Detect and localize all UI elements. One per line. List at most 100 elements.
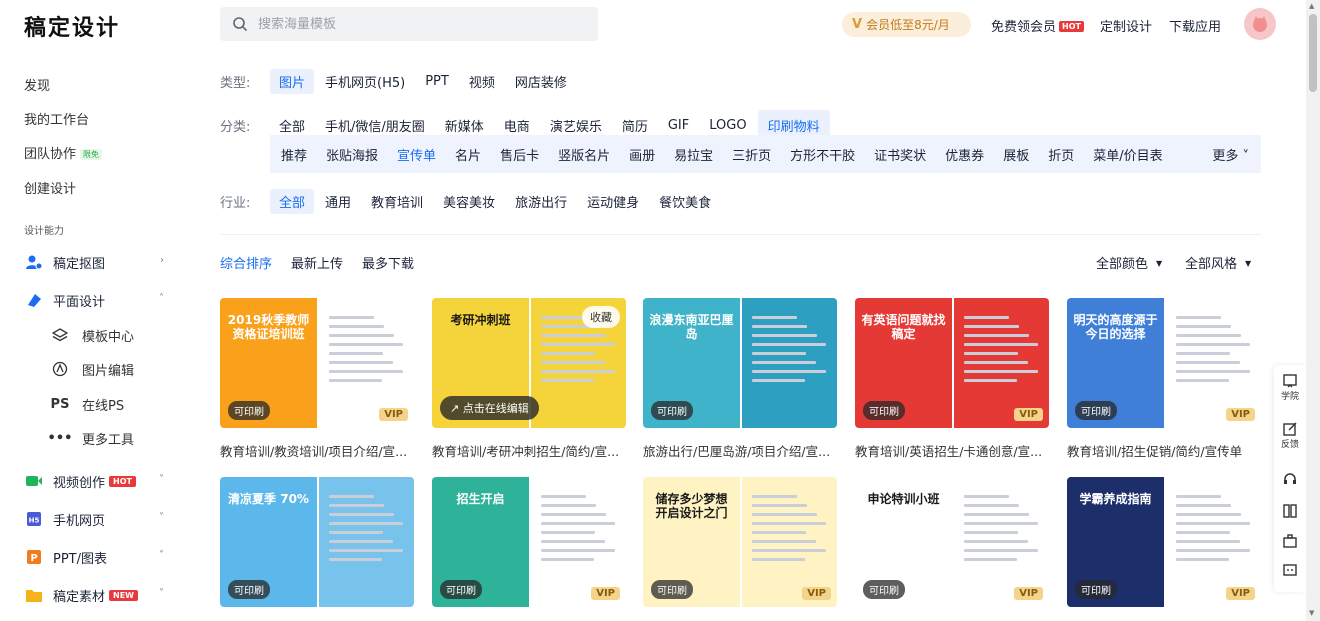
sidebar-sub-more-tools[interactable]: ••• 更多工具 (47, 427, 160, 449)
subcategory-chip[interactable]: 折页 (1039, 142, 1083, 167)
category-chip[interactable]: GIF (659, 115, 698, 136)
template-card[interactable]: 浪漫东南亚巴厘岛 可印刷旅游出行/巴厘岛游/项目介绍/宣... (643, 298, 837, 460)
sidebar-item-create[interactable]: 创建设计 (24, 178, 76, 197)
sidebar-sub-template-center[interactable]: 模板中心 (50, 324, 160, 346)
type-chip[interactable]: PPT (416, 71, 458, 92)
template-thumbnail[interactable]: 申论特训小班 可印刷 VIP (855, 477, 1049, 607)
text-line (752, 495, 797, 498)
scroll-down-icon[interactable]: ▼ (1309, 609, 1314, 617)
template-thumbnail[interactable]: 有英语问题就找稿定 可印刷 VIP (855, 298, 1049, 428)
custom-design-link[interactable]: 定制设计 (1100, 16, 1152, 35)
sidebar-item-ppt[interactable]: P PPT/图表 ˅ (24, 546, 164, 568)
sidebar-item-discover[interactable]: 发现 (24, 75, 50, 94)
template-thumbnail[interactable]: 招生开启 可印刷 VIP (432, 477, 626, 607)
chat-button[interactable] (1274, 563, 1306, 579)
vip-promo-button[interactable]: V 会员低至8元/月 (842, 12, 971, 37)
template-card[interactable]: 申论特训小班 可印刷 VIP (855, 477, 1049, 607)
scroll-thumb[interactable] (1309, 14, 1317, 92)
category-chip[interactable]: LOGO (700, 115, 755, 136)
favorite-button[interactable]: 收藏 (582, 306, 620, 328)
template-card[interactable]: 招生开启 可印刷 VIP (432, 477, 626, 607)
subcategory-chip[interactable]: 菜单/价目表 (1084, 142, 1171, 167)
template-thumbnail[interactable]: 学霸养成指南 可印刷 VIP (1067, 477, 1261, 607)
subcategory-chip[interactable]: 方形不干胶 (781, 142, 864, 167)
text-line (964, 343, 1039, 346)
subcategory-chip[interactable]: 张贴海报 (317, 142, 387, 167)
industry-chip[interactable]: 全部 (270, 189, 315, 214)
book-button[interactable] (1274, 503, 1306, 519)
more-subcategories-button[interactable]: 更多 ˅ (1212, 145, 1249, 164)
template-card[interactable]: 2019秋季教师资格证培训班 可印刷 VIP 教育培训/教资培训/项目介绍/宣... (220, 298, 414, 460)
support-button[interactable] (1274, 471, 1306, 487)
template-title[interactable]: 教育培训/招生促销/简约/宣传单 (1067, 441, 1261, 460)
text-line (1176, 513, 1241, 516)
template-card[interactable]: 清凉夏季 70% 可印刷 (220, 477, 414, 607)
edit-online-button[interactable]: ↗ 点击在线编辑 (440, 396, 539, 420)
template-card[interactable]: 储存多少梦想 开启设计之门 可印刷 VIP (643, 477, 837, 607)
briefcase-button[interactable] (1274, 533, 1306, 549)
template-title[interactable]: 教育培训/英语招生/卡通创意/宣... (855, 441, 1049, 460)
industry-chip[interactable]: 美容美妆 (434, 189, 504, 214)
logo[interactable]: 稿定设计 (24, 10, 120, 42)
search-input[interactable] (258, 16, 578, 32)
template-thumbnail[interactable]: 考研冲刺班 ↗ 点击在线编辑 收藏 (432, 298, 626, 428)
template-title[interactable]: 旅游出行/巴厘岛游/项目介绍/宣... (643, 441, 837, 460)
subcategory-chip[interactable]: 竖版名片 (549, 142, 619, 167)
template-thumbnail[interactable]: 2019秋季教师资格证培训班 可印刷 VIP (220, 298, 414, 428)
more-icon: ••• (47, 430, 73, 446)
template-card[interactable]: 有英语问题就找稿定 可印刷 VIP 教育培训/英语招生/卡通创意/宣... (855, 298, 1049, 460)
industry-chip[interactable]: 餐饮美食 (650, 189, 720, 214)
thumbnail-back (317, 477, 414, 607)
sidebar-item-assets[interactable]: 稿定素材 NEW ˅ (24, 584, 164, 606)
template-title[interactable]: 教育培训/考研冲刺招生/简约/宣... (432, 441, 626, 460)
sort-option[interactable]: 最新上传 (291, 253, 343, 272)
subcategory-chip[interactable]: 证书奖状 (865, 142, 935, 167)
color-filter-dropdown[interactable]: 全部颜色 ▼ (1096, 253, 1162, 272)
template-card[interactable]: 学霸养成指南 可印刷 VIP (1067, 477, 1261, 607)
subcategory-chip[interactable]: 展板 (994, 142, 1038, 167)
download-app-link[interactable]: 下载应用 (1169, 16, 1221, 35)
sidebar-item-cutout[interactable]: 稿定抠图 › (24, 251, 164, 273)
template-card[interactable]: 明天的高度源于今日的选择 可印刷 VIP 教育培训/招生促销/简约/宣传单 (1067, 298, 1261, 460)
subcategory-chip[interactable]: 售后卡 (491, 142, 548, 167)
template-card[interactable]: 考研冲刺班 ↗ 点击在线编辑 收藏 教育培训/考研冲刺招生/简约/宣... (432, 298, 626, 460)
subcategory-chip[interactable]: 三折页 (723, 142, 780, 167)
scroll-up-icon[interactable]: ▲ (1309, 2, 1314, 10)
scrollbar[interactable]: ▲ ▼ (1306, 0, 1320, 621)
subcategory-chip[interactable]: 画册 (620, 142, 664, 167)
search-box[interactable] (220, 7, 598, 41)
academy-button[interactable]: 学院 (1274, 373, 1306, 402)
sidebar-sub-image-edit[interactable]: 图片编辑 (50, 358, 160, 380)
subcategory-chip[interactable]: 优惠券 (936, 142, 993, 167)
sidebar-sub-online-ps[interactable]: PS 在线PS (50, 393, 160, 415)
template-title[interactable]: 教育培训/教资培训/项目介绍/宣... (220, 441, 414, 460)
subcategory-chip[interactable]: 宣传单 (388, 142, 445, 167)
type-chip[interactable]: 图片 (270, 69, 315, 94)
sidebar-item-workspace[interactable]: 我的工作台 (24, 109, 89, 128)
template-thumbnail[interactable]: 清凉夏季 70% 可印刷 (220, 477, 414, 607)
template-thumbnail[interactable]: 明天的高度源于今日的选择 可印刷 VIP (1067, 298, 1261, 428)
subcategory-chip[interactable]: 推荐 (272, 142, 316, 167)
type-chip[interactable]: 视频 (460, 69, 504, 94)
sort-option[interactable]: 综合排序 (220, 253, 272, 272)
type-chip[interactable]: 网店装修 (506, 69, 576, 94)
type-chip[interactable]: 手机网页(H5) (316, 69, 414, 94)
sort-option[interactable]: 最多下载 (362, 253, 414, 272)
industry-filter-row: 行业: 全部 通用 教育培训 美容美妆 旅游出行 运动健身 餐饮美食 (220, 189, 722, 214)
industry-chip[interactable]: 通用 (316, 189, 360, 214)
sidebar-item-video[interactable]: 视频创作 HOT ˅ (24, 470, 164, 492)
avatar[interactable] (1244, 8, 1276, 40)
industry-chip[interactable]: 运动健身 (578, 189, 648, 214)
subcategory-chip[interactable]: 名片 (446, 142, 490, 167)
style-filter-dropdown[interactable]: 全部风格 ▼ (1185, 253, 1251, 272)
template-thumbnail[interactable]: 浪漫东南亚巴厘岛 可印刷 (643, 298, 837, 428)
subcategory-chip[interactable]: 易拉宝 (665, 142, 722, 167)
sidebar-item-graphic[interactable]: 平面设计 ˄ (24, 289, 164, 311)
sidebar-item-team[interactable]: 团队协作 限免 (24, 143, 103, 162)
industry-chip[interactable]: 教育培训 (362, 189, 432, 214)
feedback-button[interactable]: 反馈 (1274, 421, 1306, 450)
sidebar-item-h5[interactable]: H5 手机网页 ˅ (24, 508, 164, 530)
free-vip-link[interactable]: 免费领会员 HOT (991, 16, 1084, 35)
industry-chip[interactable]: 旅游出行 (506, 189, 576, 214)
template-thumbnail[interactable]: 储存多少梦想 开启设计之门 可印刷 VIP (643, 477, 837, 607)
